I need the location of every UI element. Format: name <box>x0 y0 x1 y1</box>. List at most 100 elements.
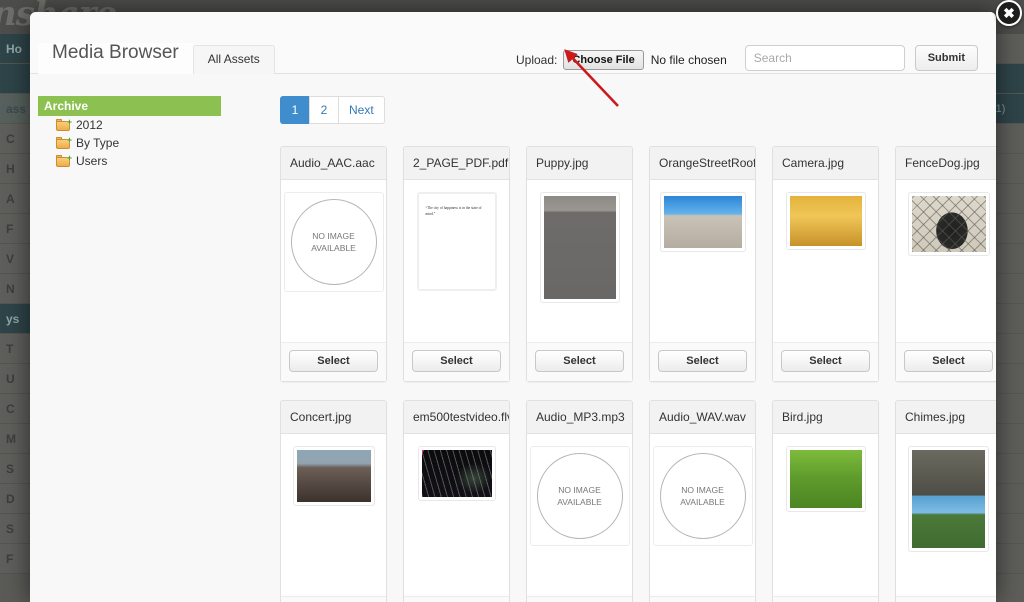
pdf-page-preview: “The city of happiness is in the state o… <box>417 193 496 290</box>
select-button[interactable]: Select <box>535 350 624 372</box>
asset-tile[interactable]: Audio_AAC.aac NO IMAGE AVAILABLE Select <box>280 146 387 382</box>
choose-file-button[interactable]: Choose File <box>563 50 644 70</box>
asset-tile[interactable]: OrangeStreetRoof.jpg Select <box>649 146 756 382</box>
asset-tile-footer: Select <box>404 596 509 602</box>
tree-root-archive[interactable]: Archive <box>38 96 221 116</box>
photo-puppy-image <box>543 196 616 299</box>
page-button-1[interactable]: 1 <box>280 96 309 124</box>
asset-thumbnail-area <box>773 180 878 342</box>
asset-tile[interactable]: Chimes.jpg Select <box>895 400 996 602</box>
asset-tile[interactable]: Puppy.jpg Select <box>526 146 633 382</box>
select-button[interactable]: Select <box>658 350 747 372</box>
asset-filename: Audio_MP3.mp3 <box>527 401 632 434</box>
select-button[interactable]: Select <box>904 350 993 372</box>
asset-grid: Audio_AAC.aac NO IMAGE AVAILABLE Select 2_PA… <box>280 146 996 602</box>
photo-video-frame-image <box>421 450 492 497</box>
upload-group: Upload: Choose File No file chosen <box>516 50 727 70</box>
asset-filename: em500testvideo.flv <box>404 401 509 434</box>
asset-thumbnail: NO IMAGE AVAILABLE <box>529 446 630 546</box>
tree-item-by-type[interactable]: + By Type <box>38 134 280 152</box>
photo-camera-image <box>789 196 862 246</box>
folder-add-icon: + <box>56 136 72 149</box>
photo-chimes-image <box>912 450 985 548</box>
asset-thumbnail <box>292 446 375 506</box>
asset-thumbnail: NO IMAGE AVAILABLE <box>283 192 384 292</box>
no-image-line-2: AVAILABLE <box>680 497 725 507</box>
asset-tile-footer: Select <box>773 596 878 602</box>
pagination: 1 2 Next <box>280 96 980 124</box>
tree-item-label: 2012 <box>76 118 103 132</box>
asset-filename: Chimes.jpg <box>896 401 996 434</box>
no-image-placeholder: NO IMAGE AVAILABLE <box>536 453 623 539</box>
tree-item-users[interactable]: + Users <box>38 152 280 170</box>
photo-fence-dog-image <box>911 196 986 252</box>
tree-item-label: Users <box>76 154 108 168</box>
asset-filename: 2_PAGE_PDF.pdf <box>404 147 509 180</box>
tab-strip: Media Browser All Assets <box>38 43 275 75</box>
asset-thumbnail <box>907 192 990 256</box>
submit-button[interactable]: Submit <box>914 45 978 71</box>
asset-tile[interactable]: Audio_WAV.wav NO IMAGE AVAILABLE Select <box>649 400 756 602</box>
asset-filename: FenceDog.jpg <box>896 147 996 180</box>
asset-tile-footer: Select <box>650 596 755 602</box>
tree-item-2012[interactable]: +2012 <box>38 116 280 134</box>
asset-filename: Camera.jpg <box>773 147 878 180</box>
asset-tile[interactable]: Bird.jpg Select <box>772 400 879 602</box>
no-image-line-1: NO IMAGE <box>312 231 355 241</box>
asset-thumbnail <box>539 192 620 303</box>
asset-tile-footer: Select <box>773 342 878 381</box>
asset-thumbnail: “The city of happiness is in the state o… <box>416 192 497 291</box>
asset-filename: Audio_AAC.aac <box>281 147 386 180</box>
asset-tile[interactable]: Audio_MP3.mp3 NO IMAGE AVAILABLE Select <box>526 400 633 602</box>
asset-tile[interactable]: 2_PAGE_PDF.pdf “The city of happiness is … <box>403 146 510 382</box>
asset-thumbnail <box>908 446 989 552</box>
asset-thumbnail-area <box>650 180 755 342</box>
no-image-placeholder: NO IMAGE AVAILABLE <box>290 199 377 285</box>
asset-filename: Bird.jpg <box>773 401 878 434</box>
asset-thumbnail-area <box>404 434 509 596</box>
upload-label: Upload: <box>516 53 558 67</box>
folder-tree: Archive +2012 + By Type + Users <box>30 74 280 602</box>
page-title: Media Browser <box>38 43 193 74</box>
no-image-line-1: NO IMAGE <box>558 485 601 495</box>
asset-tile-footer: Select <box>527 342 632 381</box>
asset-thumbnail: NO IMAGE AVAILABLE <box>652 446 753 546</box>
select-button[interactable]: Select <box>289 350 378 372</box>
modal-header: Media Browser All Assets Upload: Choose … <box>30 12 996 75</box>
asset-tile[interactable]: FenceDog.jpg Select <box>895 146 996 382</box>
folder-add-icon: + <box>56 154 72 167</box>
asset-thumbnail-area <box>527 180 632 342</box>
no-image-line-2: AVAILABLE <box>557 497 602 507</box>
asset-filename: Concert.jpg <box>281 401 386 434</box>
asset-tile-footer: Select <box>404 342 509 381</box>
search-input[interactable] <box>744 45 905 71</box>
asset-tile[interactable]: Concert.jpg Select <box>280 400 387 602</box>
asset-tile[interactable]: Camera.jpg Select <box>772 146 879 382</box>
asset-tile-footer: Select <box>281 342 386 381</box>
select-button[interactable]: Select <box>412 350 501 372</box>
close-icon[interactable]: ✖ <box>996 0 1022 26</box>
asset-thumbnail-area <box>773 434 878 596</box>
tree-item-label: By Type <box>76 136 120 150</box>
page-button-2[interactable]: 2 <box>309 96 338 124</box>
asset-tile[interactable]: em500testvideo.flv Select <box>403 400 510 602</box>
asset-thumbnail-area <box>896 180 996 342</box>
asset-thumbnail <box>417 446 496 501</box>
folder-add-icon: + <box>56 118 72 131</box>
no-image-placeholder: NO IMAGE AVAILABLE <box>659 453 746 539</box>
asset-tile-footer: Select <box>281 596 386 602</box>
asset-grid-pane[interactable]: 1 2 Next Audio_AAC.aac NO IMAGE AVAILABLE Sel… <box>280 74 996 602</box>
page-button-next[interactable]: Next <box>338 96 385 124</box>
no-file-chosen-text: No file chosen <box>650 53 727 67</box>
select-button[interactable]: Select <box>781 350 870 372</box>
tab-all-assets[interactable]: All Assets <box>192 45 275 75</box>
asset-thumbnail-area: NO IMAGE AVAILABLE <box>650 434 755 596</box>
asset-filename: Puppy.jpg <box>527 147 632 180</box>
no-image-line-1: NO IMAGE <box>681 485 724 495</box>
modal-body: Archive +2012 + By Type + Users 1 2 Next Audio… <box>30 74 996 602</box>
photo-concert-image <box>296 450 371 502</box>
asset-filename: OrangeStreetRoof.jpg <box>650 147 755 180</box>
asset-tile-footer: Select <box>896 342 996 381</box>
asset-filename: Audio_WAV.wav <box>650 401 755 434</box>
asset-row: Concert.jpg Select em500testvideo.flv Selec… <box>280 400 996 602</box>
